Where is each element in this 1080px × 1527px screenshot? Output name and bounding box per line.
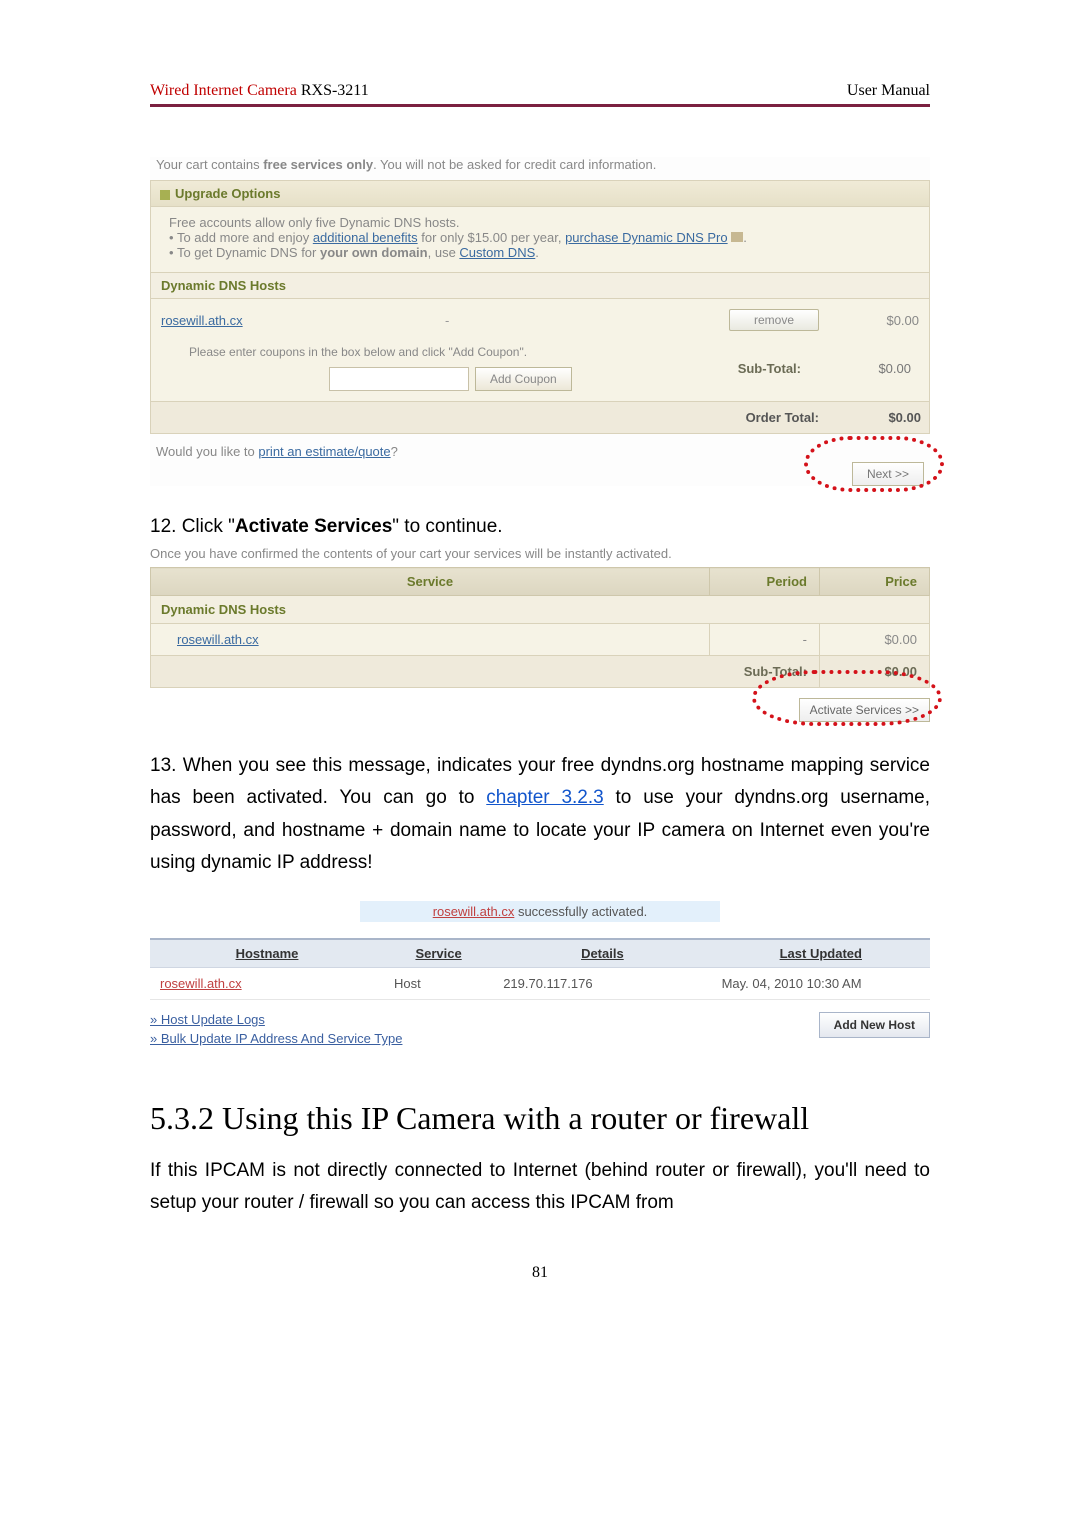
upgrade-line3: • To get Dynamic DNS for your own domain… [169, 245, 911, 260]
svc-category: Dynamic DNS Hosts [151, 596, 930, 624]
upgrade-line1: Free accounts allow only five Dynamic DN… [169, 215, 911, 230]
purchase-dns-pro-link[interactable]: purchase Dynamic DNS Pro [565, 230, 728, 245]
col-price: Price [820, 568, 930, 596]
remove-button[interactable]: remove [729, 309, 819, 331]
step-12-text: 12. Click "Activate Services" to continu… [150, 516, 930, 538]
host-update-logs-link[interactable]: » Host Update Logs [150, 1012, 402, 1027]
activated-host-link[interactable]: rosewill.ath.cx [433, 904, 515, 919]
host-link[interactable]: rosewill.ath.cx [161, 313, 435, 328]
page-number: 81 [150, 1264, 930, 1282]
coupon-label: Please enter coupons in the box below an… [189, 345, 718, 359]
chapter-link[interactable]: chapter 3.2.3 [486, 787, 603, 808]
col-updated[interactable]: Last Updated [712, 939, 930, 968]
upgrade-body: Free accounts allow only five Dynamic DN… [151, 207, 929, 272]
estimate-prompt: Would you like to print an estimate/quot… [156, 444, 398, 459]
listing-details: 219.70.117.176 [493, 968, 711, 1000]
print-estimate-link[interactable]: print an estimate/quote [258, 444, 390, 459]
header-left: Wired Internet Camera RXS-3211 [150, 82, 369, 100]
svc-price: $0.00 [820, 624, 930, 656]
section-5-3-2-body: If this IPCAM is not directly connected … [150, 1155, 930, 1220]
header-right: User Manual [847, 82, 930, 100]
svc-subtotal-label: Sub-Total: [151, 656, 820, 688]
section-5-3-2-heading: 5.3.2 Using this IP Camera with a router… [150, 1100, 930, 1137]
bulk-update-link[interactable]: » Bulk Update IP Address And Service Typ… [150, 1031, 402, 1046]
host-row: rosewill.ath.cx - remove $0.00 [151, 299, 929, 341]
custom-dns-link[interactable]: Custom DNS [459, 245, 535, 260]
upgrade-line2: • To add more and enjoy additional benef… [169, 230, 911, 245]
col-service2[interactable]: Service [384, 939, 493, 968]
success-banner: rosewill.ath.cx successfully activated. [360, 901, 720, 922]
coupon-input[interactable] [329, 367, 469, 391]
host-dash: - [445, 313, 719, 328]
svc-period: - [710, 624, 820, 656]
table-row: rosewill.ath.cx Host 219.70.117.176 May.… [150, 968, 930, 1000]
additional-benefits-link[interactable]: additional benefits [313, 230, 418, 245]
upgrade-options-title: Upgrade Options [151, 181, 929, 207]
cart-note: Your cart contains free services only. Y… [156, 157, 924, 172]
col-hostname[interactable]: Hostname [150, 939, 384, 968]
highlight-ring-icon [752, 670, 942, 726]
order-total-label: Order Total: [746, 410, 819, 425]
order-total-row: Order Total: $0.00 [151, 401, 929, 433]
confirm-note: Once you have confirmed the contents of … [150, 546, 930, 561]
listing-service: Host [384, 968, 493, 1000]
step-13-text: 13. When you see this message, indicates… [150, 750, 930, 879]
coupon-area: Please enter coupons in the box below an… [151, 341, 929, 401]
doc-header: Wired Internet Camera RXS-3211 User Manu… [150, 82, 930, 107]
order-total-value: $0.00 [861, 410, 921, 425]
upgrade-panel: Upgrade Options Free accounts allow only… [150, 180, 930, 434]
add-new-host-button[interactable]: Add New Host [819, 1012, 930, 1038]
cart-icon [731, 232, 743, 242]
cart-screenshot: Your cart contains free services only. Y… [150, 157, 930, 486]
subtotal-label: Sub-Total: [738, 361, 801, 376]
add-coupon-button[interactable]: Add Coupon [475, 367, 572, 391]
table-row: rosewill.ath.cx - $0.00 [151, 624, 930, 656]
highlight-ring-icon [804, 436, 944, 492]
col-details[interactable]: Details [493, 939, 711, 968]
host-price: $0.00 [829, 313, 919, 328]
listing-host-link[interactable]: rosewill.ath.cx [160, 976, 242, 991]
col-period: Period [710, 568, 820, 596]
listing-updated: May. 04, 2010 10:30 AM [712, 968, 930, 1000]
arrow-icon [160, 190, 170, 200]
host-listing-table: Hostname Service Details Last Updated ro… [150, 938, 930, 1000]
dns-hosts-heading: Dynamic DNS Hosts [151, 272, 929, 299]
col-service: Service [151, 568, 710, 596]
svc-host-link[interactable]: rosewill.ath.cx [177, 632, 259, 647]
host-links-row: » Host Update Logs » Bulk Update IP Addr… [150, 1012, 930, 1050]
subtotal-value: $0.00 [851, 361, 911, 376]
